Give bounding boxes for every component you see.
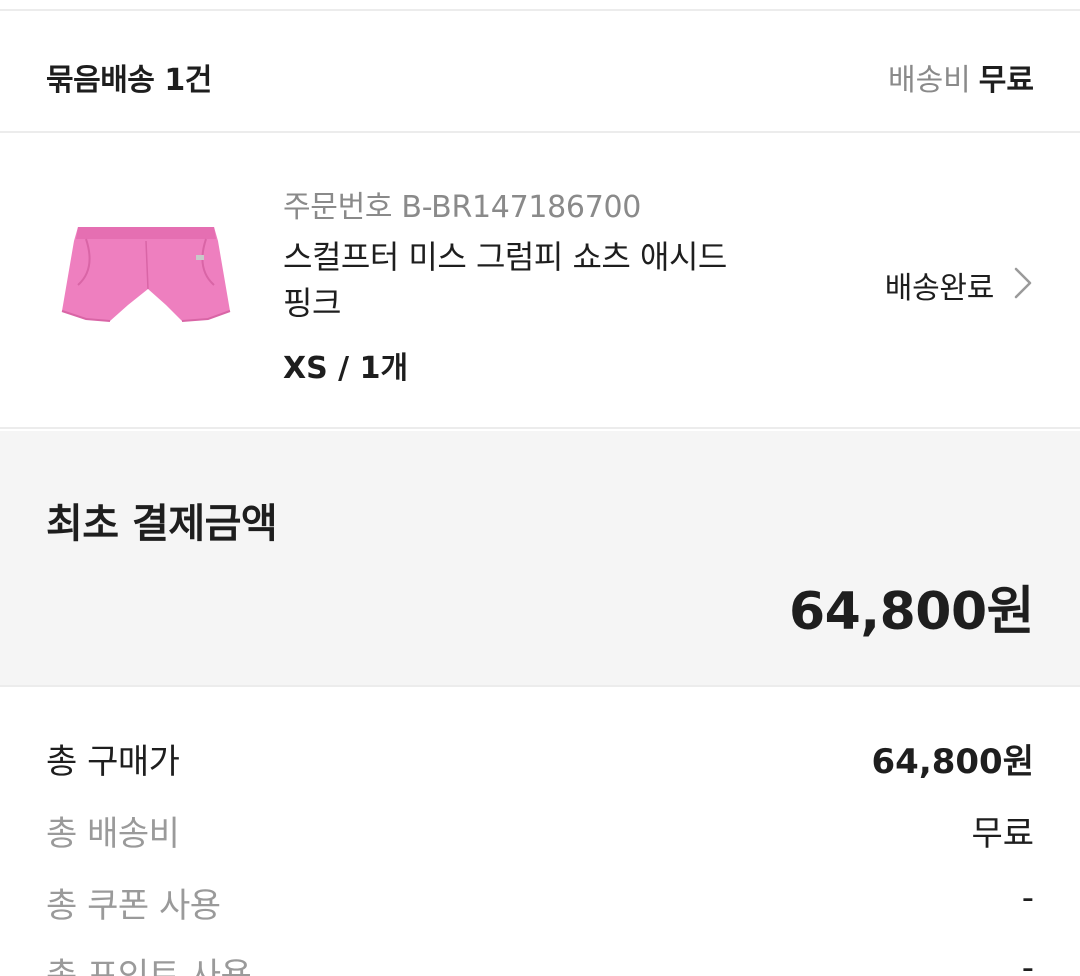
total-points-label: 총 포인트 사용 (46, 956, 252, 976)
total-purchase-row: 총 구매가 64,800원 (46, 734, 1034, 784)
bundle-title: 묶음배송 1건 (46, 63, 212, 98)
total-purchase-label: 총 구매가 (46, 742, 180, 782)
total-shipping-label: 총 배송비 (46, 814, 180, 854)
chevron-right-icon[interactable] (1012, 266, 1034, 300)
product-option: XS / 1개 (283, 351, 409, 386)
delivery-status: 배송완료 (884, 271, 995, 306)
total-coupon-label: 총 쿠폰 사용 (46, 886, 221, 926)
order-detail-page: 묶음배송 1건 배송비 무료 주문번호 B-BR147186700 스컬프터 미스… (0, 0, 1080, 976)
total-shipping-row: 총 배송비 무료 (46, 806, 1034, 856)
product-name: 스컬프터 미스 그럼피 쇼츠 애시드 핑크 (283, 238, 727, 322)
initial-payment-panel: 최초 결제금액 64,800원 (0, 431, 1080, 687)
shipping-fee-value: 무료 (978, 63, 1034, 98)
product-item[interactable]: 주문번호 B-BR147186700 스컬프터 미스 그럼피 쇼츠 애시드 핑크… (0, 135, 1080, 429)
total-coupon-row: 총 쿠폰 사용 - (46, 878, 1034, 928)
total-points-value: - (1021, 948, 1034, 976)
payment-amount: 64,800원 (788, 582, 1035, 642)
shipping-fee: 배송비 무료 (888, 55, 1034, 99)
order-number: 주문번호 B-BR147186700 (283, 190, 642, 225)
pink-shorts-image (61, 227, 231, 322)
total-points-row: 총 포인트 사용 - (46, 948, 1034, 976)
total-purchase-value: 64,800원 (871, 742, 1034, 782)
bundle-shipping-header: 묶음배송 1건 배송비 무료 (0, 11, 1080, 133)
payment-title: 최초 결제금액 (46, 501, 278, 547)
total-coupon-value: - (1021, 878, 1034, 918)
shipping-fee-label: 배송비 (887, 63, 971, 98)
total-shipping-value: 무료 (971, 814, 1034, 854)
